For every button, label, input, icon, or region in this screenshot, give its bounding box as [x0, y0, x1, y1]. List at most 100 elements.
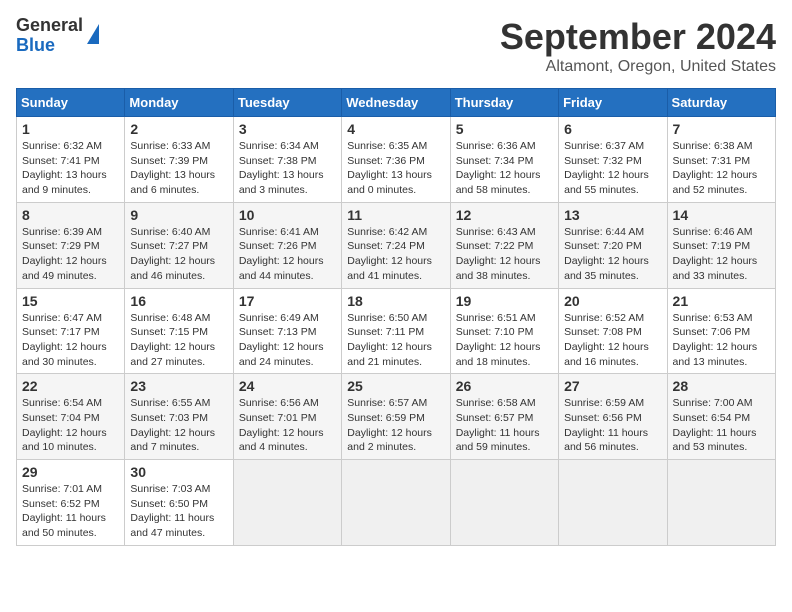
day-info: Sunrise: 6:53 AMSunset: 7:06 PMDaylight:…: [673, 311, 770, 370]
day-number: 22: [22, 378, 119, 394]
day-number: 8: [22, 207, 119, 223]
day-number: 2: [130, 121, 227, 137]
day-number: 29: [22, 464, 119, 480]
day-number: 20: [564, 293, 661, 309]
table-row: 9 Sunrise: 6:40 AMSunset: 7:27 PMDaylight…: [125, 202, 233, 288]
calendar-week-row: 29 Sunrise: 7:01 AMSunset: 6:52 PMDayligh…: [17, 460, 776, 546]
table-row: 23 Sunrise: 6:55 AMSunset: 7:03 PMDayligh…: [125, 374, 233, 460]
calendar-week-row: 1 Sunrise: 6:32 AMSunset: 7:41 PMDaylight…: [17, 117, 776, 203]
calendar-week-row: 8 Sunrise: 6:39 AMSunset: 7:29 PMDaylight…: [17, 202, 776, 288]
table-row: 10 Sunrise: 6:41 AMSunset: 7:26 PMDayligh…: [233, 202, 341, 288]
day-number: 12: [456, 207, 553, 223]
day-info: Sunrise: 6:40 AMSunset: 7:27 PMDaylight:…: [130, 225, 227, 284]
day-info: Sunrise: 6:54 AMSunset: 7:04 PMDaylight:…: [22, 396, 119, 455]
day-number: 28: [673, 378, 770, 394]
table-row: 12 Sunrise: 6:43 AMSunset: 7:22 PMDayligh…: [450, 202, 558, 288]
day-number: 14: [673, 207, 770, 223]
day-number: 9: [130, 207, 227, 223]
table-row: 2Sunrise: 6:33 AMSunset: 7:39 PMDaylight…: [125, 117, 233, 203]
day-info: Sunrise: 6:43 AMSunset: 7:22 PMDaylight:…: [456, 225, 553, 284]
day-info: Sunrise: 6:51 AMSunset: 7:10 PMDaylight:…: [456, 311, 553, 370]
day-info: Sunrise: 7:00 AMSunset: 6:54 PMDaylight:…: [673, 396, 770, 455]
day-number: 18: [347, 293, 444, 309]
day-number: 13: [564, 207, 661, 223]
header-monday: Monday: [125, 89, 233, 117]
day-info: Sunrise: 6:32 AMSunset: 7:41 PMDaylight:…: [22, 139, 119, 198]
logo: General Blue: [16, 16, 99, 56]
header-friday: Friday: [559, 89, 667, 117]
table-row: 26 Sunrise: 6:58 AMSunset: 6:57 PMDayligh…: [450, 374, 558, 460]
table-row: 11 Sunrise: 6:42 AMSunset: 7:24 PMDayligh…: [342, 202, 450, 288]
table-row: 25Sunrise: 6:57 AMSunset: 6:59 PMDayligh…: [342, 374, 450, 460]
day-info: Sunrise: 6:41 AMSunset: 7:26 PMDaylight:…: [239, 225, 336, 284]
header-thursday: Thursday: [450, 89, 558, 117]
day-number: 30: [130, 464, 227, 480]
table-row: 18 Sunrise: 6:50 AMSunset: 7:11 PMDayligh…: [342, 288, 450, 374]
logo-triangle-icon: [87, 24, 99, 44]
table-row: [559, 460, 667, 546]
day-number: 27: [564, 378, 661, 394]
logo-general: General: [16, 16, 83, 36]
day-info: Sunrise: 6:47 AMSunset: 7:17 PMDaylight:…: [22, 311, 119, 370]
day-number: 4: [347, 121, 444, 137]
location-subtitle: Altamont, Oregon, United States: [500, 58, 776, 76]
table-row: 6Sunrise: 6:37 AMSunset: 7:32 PMDaylight…: [559, 117, 667, 203]
day-info: Sunrise: 6:59 AMSunset: 6:56 PMDaylight:…: [564, 396, 661, 455]
day-number: 10: [239, 207, 336, 223]
day-info: Sunrise: 6:44 AMSunset: 7:20 PMDaylight:…: [564, 225, 661, 284]
table-row: [233, 460, 341, 546]
day-number: 3: [239, 121, 336, 137]
table-row: 17Sunrise: 6:49 AMSunset: 7:13 PMDayligh…: [233, 288, 341, 374]
table-row: 30 Sunrise: 7:03 AMSunset: 6:50 PMDayligh…: [125, 460, 233, 546]
table-row: 1 Sunrise: 6:32 AMSunset: 7:41 PMDaylight…: [17, 117, 125, 203]
day-number: 7: [673, 121, 770, 137]
table-row: 13 Sunrise: 6:44 AMSunset: 7:20 PMDayligh…: [559, 202, 667, 288]
day-info: Sunrise: 6:50 AMSunset: 7:11 PMDaylight:…: [347, 311, 444, 370]
table-row: 21 Sunrise: 6:53 AMSunset: 7:06 PMDayligh…: [667, 288, 775, 374]
day-number: 15: [22, 293, 119, 309]
calendar-header-row: Sunday Monday Tuesday Wednesday Thursday…: [17, 89, 776, 117]
calendar-week-row: 15 Sunrise: 6:47 AMSunset: 7:17 PMDayligh…: [17, 288, 776, 374]
day-info: Sunrise: 7:03 AMSunset: 6:50 PMDaylight:…: [130, 482, 227, 541]
table-row: 19 Sunrise: 6:51 AMSunset: 7:10 PMDayligh…: [450, 288, 558, 374]
day-number: 26: [456, 378, 553, 394]
day-info: Sunrise: 6:58 AMSunset: 6:57 PMDaylight:…: [456, 396, 553, 455]
table-row: 20Sunrise: 6:52 AMSunset: 7:08 PMDayligh…: [559, 288, 667, 374]
table-row: 16 Sunrise: 6:48 AMSunset: 7:15 PMDayligh…: [125, 288, 233, 374]
table-row: 8 Sunrise: 6:39 AMSunset: 7:29 PMDaylight…: [17, 202, 125, 288]
table-row: [667, 460, 775, 546]
day-info: Sunrise: 6:34 AMSunset: 7:38 PMDaylight:…: [239, 139, 336, 198]
day-info: Sunrise: 6:36 AMSunset: 7:34 PMDaylight:…: [456, 139, 553, 198]
table-row: 4Sunrise: 6:35 AMSunset: 7:36 PMDaylight…: [342, 117, 450, 203]
day-number: 5: [456, 121, 553, 137]
header-saturday: Saturday: [667, 89, 775, 117]
day-info: Sunrise: 6:48 AMSunset: 7:15 PMDaylight:…: [130, 311, 227, 370]
day-info: Sunrise: 7:01 AMSunset: 6:52 PMDaylight:…: [22, 482, 119, 541]
day-number: 24: [239, 378, 336, 394]
table-row: 5 Sunrise: 6:36 AMSunset: 7:34 PMDaylight…: [450, 117, 558, 203]
day-info: Sunrise: 6:38 AMSunset: 7:31 PMDaylight:…: [673, 139, 770, 198]
day-number: 17: [239, 293, 336, 309]
day-number: 21: [673, 293, 770, 309]
table-row: 3 Sunrise: 6:34 AMSunset: 7:38 PMDaylight…: [233, 117, 341, 203]
table-row: 14 Sunrise: 6:46 AMSunset: 7:19 PMDayligh…: [667, 202, 775, 288]
day-number: 19: [456, 293, 553, 309]
day-info: Sunrise: 6:42 AMSunset: 7:24 PMDaylight:…: [347, 225, 444, 284]
day-info: Sunrise: 6:46 AMSunset: 7:19 PMDaylight:…: [673, 225, 770, 284]
table-row: 29 Sunrise: 7:01 AMSunset: 6:52 PMDayligh…: [17, 460, 125, 546]
day-number: 11: [347, 207, 444, 223]
day-number: 23: [130, 378, 227, 394]
day-number: 1: [22, 121, 119, 137]
day-info: Sunrise: 6:55 AMSunset: 7:03 PMDaylight:…: [130, 396, 227, 455]
page-header: General Blue September 2024 Altamont, Or…: [16, 16, 776, 76]
table-row: [342, 460, 450, 546]
table-row: 28 Sunrise: 7:00 AMSunset: 6:54 PMDayligh…: [667, 374, 775, 460]
header-wednesday: Wednesday: [342, 89, 450, 117]
day-number: 16: [130, 293, 227, 309]
table-row: 22 Sunrise: 6:54 AMSunset: 7:04 PMDayligh…: [17, 374, 125, 460]
table-row: [450, 460, 558, 546]
header-tuesday: Tuesday: [233, 89, 341, 117]
day-info: Sunrise: 6:39 AMSunset: 7:29 PMDaylight:…: [22, 225, 119, 284]
calendar-week-row: 22 Sunrise: 6:54 AMSunset: 7:04 PMDayligh…: [17, 374, 776, 460]
day-info: Sunrise: 6:57 AMSunset: 6:59 PMDaylight:…: [347, 396, 444, 455]
